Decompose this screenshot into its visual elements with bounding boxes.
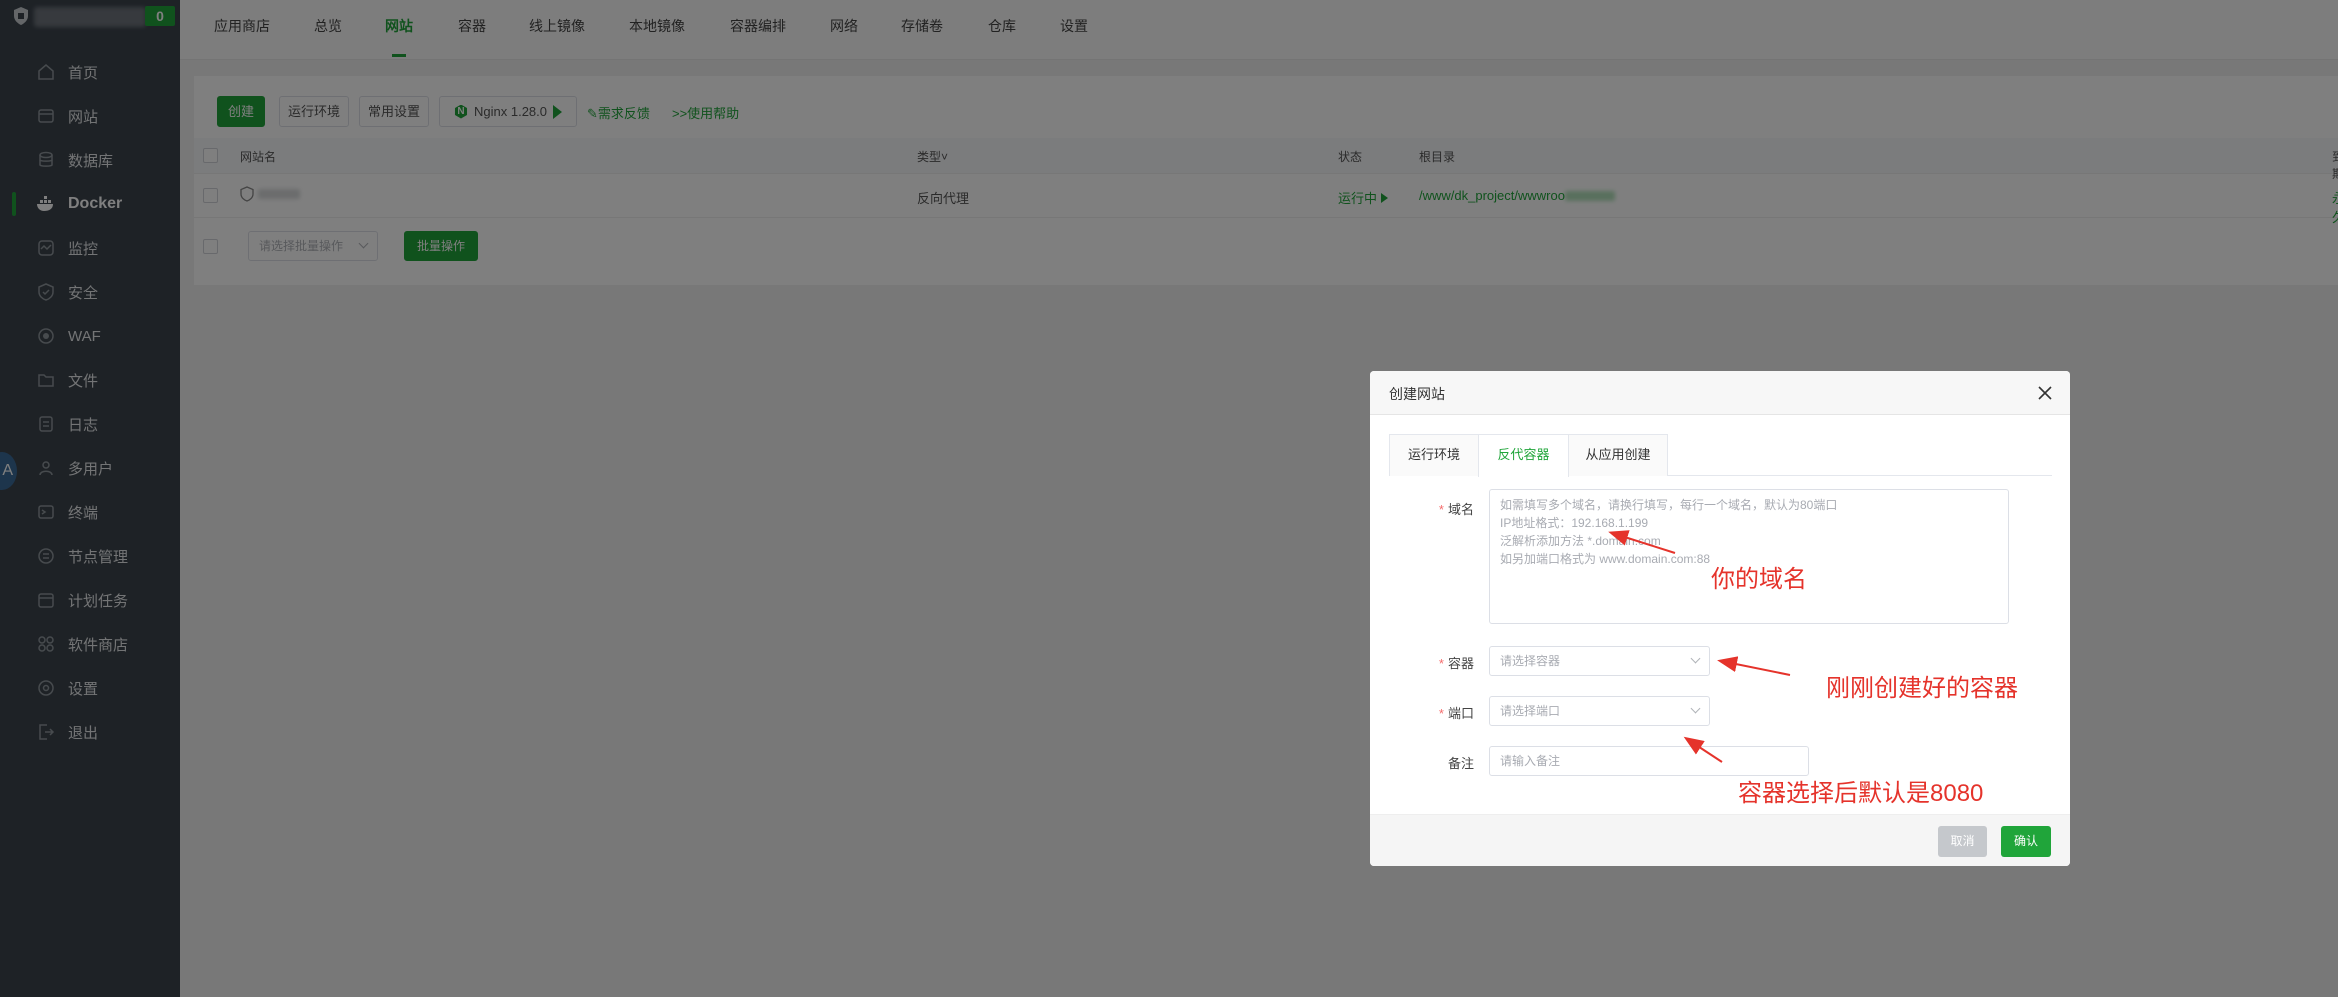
annotation-domain: 你的域名: [1711, 566, 1807, 593]
container-arrow: [1717, 656, 1791, 676]
domain-arrow: [1608, 530, 1676, 554]
annotation-arrows: [1608, 530, 1791, 763]
annotation-container: 刚刚创建好的容器: [1826, 675, 2018, 702]
port-arrow: [1683, 736, 1723, 763]
annotation-port: 容器选择后默认是8080: [1738, 780, 1984, 807]
